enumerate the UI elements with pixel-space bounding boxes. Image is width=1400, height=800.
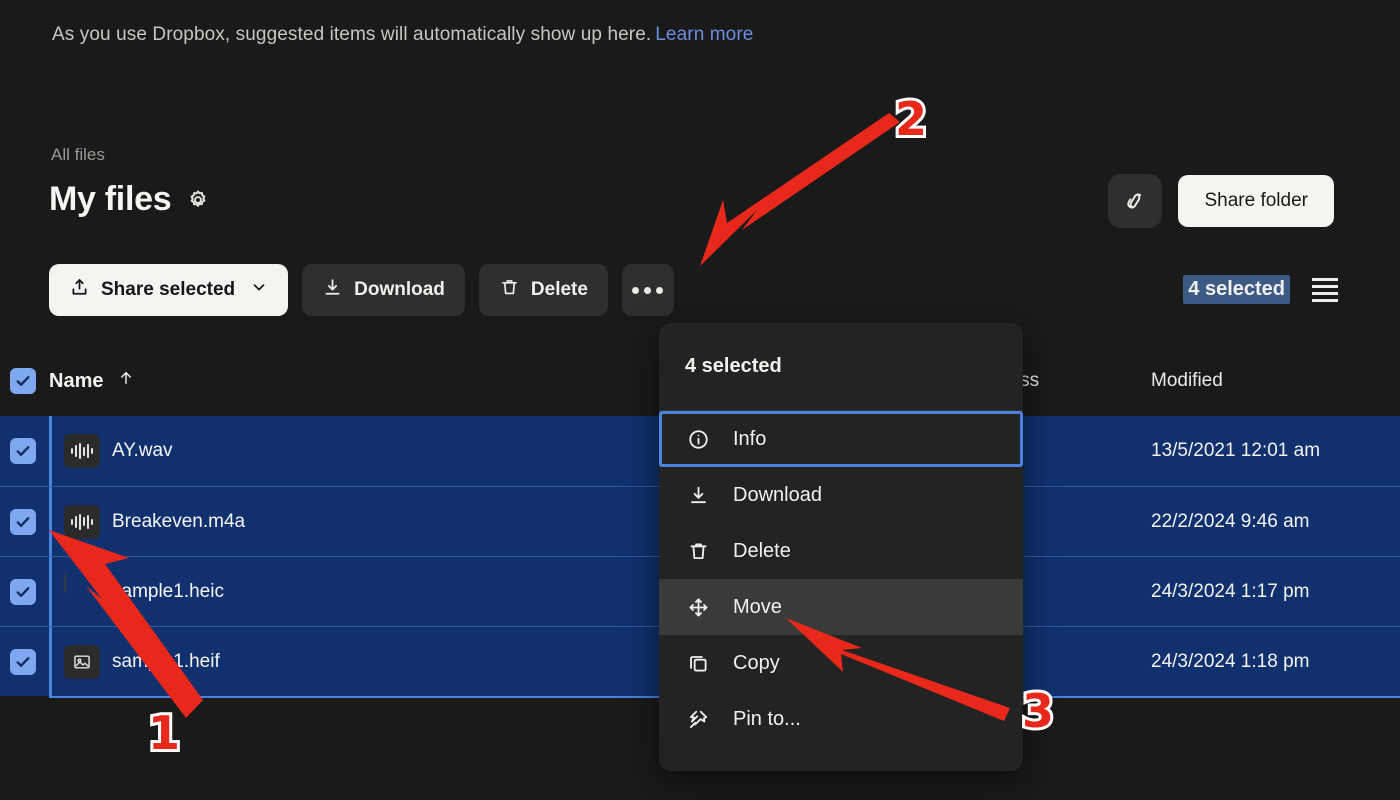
- menu-item-info[interactable]: Info: [659, 411, 1023, 467]
- share-upload-icon: [69, 277, 90, 304]
- selection-toolbar: Share selected Download Delete: [49, 264, 674, 316]
- column-header-modified[interactable]: Modified: [1151, 370, 1223, 392]
- column-header-name-label: Name: [49, 369, 104, 392]
- annotation-marker-1: 1: [145, 706, 183, 760]
- page-title: My files: [49, 180, 172, 218]
- row-accent-bar: [49, 627, 52, 696]
- gear-icon[interactable]: [187, 189, 209, 211]
- row-accent-bar: [49, 487, 52, 556]
- share-selected-label: Share selected: [101, 279, 236, 300]
- audio-waveform-icon: [64, 504, 100, 539]
- dropbox-files-screen: As you use Dropbox, suggested items will…: [0, 0, 1400, 800]
- file-modified: 13/5/2021 12:01 am: [1151, 440, 1321, 461]
- row-checkbox-cell: [10, 508, 36, 535]
- file-icon: [64, 434, 100, 468]
- trash-icon: [685, 540, 711, 563]
- row-checkbox-cell: [10, 578, 36, 605]
- delete-button[interactable]: Delete: [478, 264, 608, 316]
- share-selected-button[interactable]: Share selected: [49, 264, 289, 316]
- toolbar-right-group: 4 selected: [1183, 275, 1338, 304]
- download-button[interactable]: Download: [302, 264, 465, 316]
- download-icon: [322, 277, 343, 304]
- annotation-marker-2: 2: [892, 92, 930, 146]
- ellipsis-icon: [632, 286, 664, 294]
- download-icon: [685, 484, 711, 507]
- row-accent-bar: [49, 416, 52, 486]
- row-checkbox[interactable]: [10, 578, 36, 605]
- selected-count: 4 selected: [1183, 275, 1290, 304]
- menu-item-delete[interactable]: Delete: [659, 523, 1023, 579]
- more-actions-button[interactable]: [621, 264, 674, 316]
- more-actions-menu: 4 selected Info Download Delete Move Copy Pin…: [659, 323, 1023, 771]
- file-name: sample1.heic: [112, 580, 224, 602]
- file-name: sample1.heif: [112, 650, 220, 672]
- delete-label: Delete: [530, 279, 588, 300]
- breadcrumb[interactable]: All files: [51, 145, 105, 165]
- menu-item-label: Download: [733, 483, 822, 506]
- move-arrows-icon: [685, 596, 711, 619]
- row-checkbox-cell: [10, 648, 36, 675]
- list-view-icon[interactable]: [1312, 277, 1338, 302]
- pin-icon: [685, 708, 711, 731]
- file-name: AY.wav: [112, 440, 173, 461]
- audio-waveform-icon: [64, 434, 100, 468]
- menu-item-label: Move: [733, 595, 782, 618]
- menu-item-download[interactable]: Download: [659, 467, 1023, 523]
- menu-item-label: Copy: [733, 651, 780, 674]
- header-actions: Share folder: [1108, 174, 1334, 228]
- menu-item-move[interactable]: Move: [659, 579, 1023, 635]
- file-modified: 24/3/2024 1:17 pm: [1151, 580, 1310, 602]
- menu-item-label: Pin to...: [733, 707, 801, 730]
- suggestions-banner: As you use Dropbox, suggested items will…: [52, 24, 753, 46]
- image-placeholder-icon: [64, 644, 100, 679]
- trash-icon: [499, 277, 520, 304]
- menu-item-list: Info Download Delete Move Copy Pin to...: [659, 411, 1023, 747]
- learn-more-link[interactable]: Learn more: [655, 24, 753, 45]
- arrow-up-icon: [117, 369, 135, 393]
- info-circle-icon: [685, 428, 711, 451]
- row-accent-bar: [49, 557, 52, 626]
- download-label: Download: [354, 279, 445, 300]
- menu-item-pin-to[interactable]: Pin to...: [659, 691, 1023, 747]
- chevron-down-icon: [250, 278, 268, 302]
- copy-icon: [685, 652, 711, 675]
- file-icon: [64, 573, 100, 609]
- menu-item-label: Info: [733, 427, 767, 450]
- select-all-checkbox[interactable]: [10, 368, 36, 394]
- select-all-checkbox-cell: [10, 368, 36, 394]
- menu-item-label: Delete: [733, 539, 791, 562]
- suggestions-banner-text: As you use Dropbox, suggested items will…: [52, 24, 652, 45]
- annotation-marker-3: 3: [1019, 684, 1057, 738]
- file-name: Breakeven.m4a: [112, 510, 246, 532]
- row-checkbox-cell: [10, 438, 36, 464]
- photo-thumbnail: [64, 573, 66, 593]
- share-folder-button[interactable]: Share folder: [1178, 175, 1334, 227]
- file-modified: 22/2/2024 9:46 am: [1151, 510, 1310, 532]
- menu-header: 4 selected: [659, 323, 1023, 411]
- file-modified: 24/3/2024 1:18 pm: [1151, 650, 1310, 672]
- column-header-name[interactable]: Name: [49, 369, 135, 393]
- menu-item-copy[interactable]: Copy: [659, 635, 1023, 691]
- link-icon[interactable]: [1108, 174, 1163, 228]
- row-checkbox[interactable]: [10, 648, 36, 675]
- page-title-row: My files: [49, 180, 209, 219]
- row-checkbox[interactable]: [10, 438, 36, 464]
- file-icon: [64, 504, 100, 539]
- file-icon: [64, 644, 100, 679]
- row-checkbox[interactable]: [10, 508, 36, 535]
